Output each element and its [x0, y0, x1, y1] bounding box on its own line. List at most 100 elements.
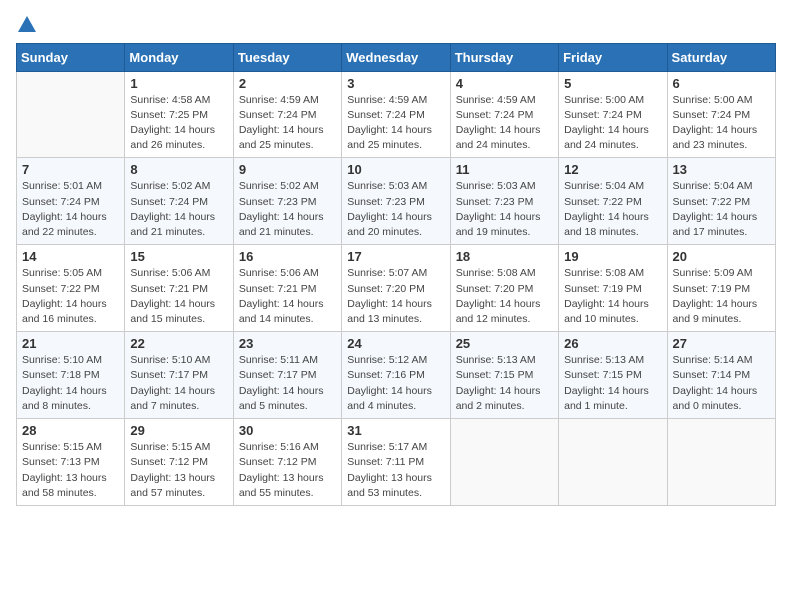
day-info: Sunrise: 5:09 AM Sunset: 7:19 PM Dayligh…	[673, 266, 770, 327]
calendar-cell: 16 Sunrise: 5:06 AM Sunset: 7:21 PM Dayli…	[233, 245, 341, 332]
calendar-week-row: 7 Sunrise: 5:01 AM Sunset: 7:24 PM Daylig…	[17, 158, 776, 245]
calendar-cell: 15Sunrise: 5:06 AM Sunset: 7:21 PM Dayli…	[125, 245, 233, 332]
day-number: 27	[673, 336, 770, 351]
day-info: Sunrise: 5:03 AM Sunset: 7:23 PM Dayligh…	[456, 179, 553, 240]
column-header-sunday: Sunday	[17, 43, 125, 71]
calendar-cell: 25 Sunrise: 5:13 AM Sunset: 7:15 PM Dayli…	[450, 332, 558, 419]
day-number: 19	[564, 249, 661, 264]
calendar-week-row: 28 Sunrise: 5:15 AM Sunset: 7:13 PM Dayli…	[17, 419, 776, 506]
logo	[16, 16, 36, 39]
day-info: Sunrise: 4:59 AM Sunset: 7:24 PM Dayligh…	[239, 93, 336, 154]
day-info: Sunrise: 5:00 AM Sunset: 7:24 PM Dayligh…	[564, 93, 661, 154]
calendar-cell: 21Sunrise: 5:10 AM Sunset: 7:18 PM Dayli…	[17, 332, 125, 419]
day-info: Sunrise: 5:08 AM Sunset: 7:20 PM Dayligh…	[456, 266, 553, 327]
calendar-cell: 5 Sunrise: 5:00 AM Sunset: 7:24 PM Daylig…	[559, 71, 667, 158]
calendar-cell: 28 Sunrise: 5:15 AM Sunset: 7:13 PM Dayli…	[17, 419, 125, 506]
calendar-cell: 30 Sunrise: 5:16 AM Sunset: 7:12 PM Dayli…	[233, 419, 341, 506]
day-number: 5	[564, 76, 661, 91]
day-info: Sunrise: 5:02 AM Sunset: 7:23 PM Dayligh…	[239, 179, 336, 240]
day-number: 21	[22, 336, 119, 351]
day-number: 6	[673, 76, 770, 91]
day-number: 31	[347, 423, 444, 438]
day-number: 7	[22, 162, 119, 177]
day-number: 13	[673, 162, 770, 177]
day-info: Sunrise: 5:06 AM Sunset: 7:21 PM Dayligh…	[239, 266, 336, 327]
calendar-cell	[559, 419, 667, 506]
day-info: Sunrise: 5:13 AM Sunset: 7:15 PM Dayligh…	[564, 353, 661, 414]
calendar-cell: 10Sunrise: 5:03 AM Sunset: 7:23 PM Dayli…	[342, 158, 450, 245]
calendar-cell: 6 Sunrise: 5:00 AM Sunset: 7:24 PM Daylig…	[667, 71, 775, 158]
day-info: Sunrise: 5:17 AM Sunset: 7:11 PM Dayligh…	[347, 440, 444, 501]
calendar-cell: 8Sunrise: 5:02 AM Sunset: 7:24 PM Daylig…	[125, 158, 233, 245]
day-number: 9	[239, 162, 336, 177]
day-info: Sunrise: 5:10 AM Sunset: 7:17 PM Dayligh…	[130, 353, 227, 414]
day-info: Sunrise: 5:01 AM Sunset: 7:24 PM Dayligh…	[22, 179, 119, 240]
day-number: 8	[130, 162, 227, 177]
day-number: 28	[22, 423, 119, 438]
calendar-header-row: SundayMondayTuesdayWednesdayThursdayFrid…	[17, 43, 776, 71]
day-number: 3	[347, 76, 444, 91]
calendar-cell: 20 Sunrise: 5:09 AM Sunset: 7:19 PM Dayli…	[667, 245, 775, 332]
calendar-cell: 14 Sunrise: 5:05 AM Sunset: 7:22 PM Dayli…	[17, 245, 125, 332]
day-info: Sunrise: 5:11 AM Sunset: 7:17 PM Dayligh…	[239, 353, 336, 414]
calendar-week-row: 21Sunrise: 5:10 AM Sunset: 7:18 PM Dayli…	[17, 332, 776, 419]
calendar-cell	[667, 419, 775, 506]
day-number: 4	[456, 76, 553, 91]
calendar-cell: 1Sunrise: 4:58 AM Sunset: 7:25 PM Daylig…	[125, 71, 233, 158]
day-info: Sunrise: 4:59 AM Sunset: 7:24 PM Dayligh…	[347, 93, 444, 154]
day-info: Sunrise: 5:12 AM Sunset: 7:16 PM Dayligh…	[347, 353, 444, 414]
column-header-tuesday: Tuesday	[233, 43, 341, 71]
day-info: Sunrise: 5:07 AM Sunset: 7:20 PM Dayligh…	[347, 266, 444, 327]
column-header-saturday: Saturday	[667, 43, 775, 71]
day-info: Sunrise: 5:16 AM Sunset: 7:12 PM Dayligh…	[239, 440, 336, 501]
calendar-cell: 3 Sunrise: 4:59 AM Sunset: 7:24 PM Daylig…	[342, 71, 450, 158]
calendar-cell: 31 Sunrise: 5:17 AM Sunset: 7:11 PM Dayli…	[342, 419, 450, 506]
calendar-cell: 12 Sunrise: 5:04 AM Sunset: 7:22 PM Dayli…	[559, 158, 667, 245]
calendar-cell: 2 Sunrise: 4:59 AM Sunset: 7:24 PM Daylig…	[233, 71, 341, 158]
column-header-wednesday: Wednesday	[342, 43, 450, 71]
day-number: 24	[347, 336, 444, 351]
column-header-monday: Monday	[125, 43, 233, 71]
calendar-cell: 22 Sunrise: 5:10 AM Sunset: 7:17 PM Dayli…	[125, 332, 233, 419]
day-number: 14	[22, 249, 119, 264]
column-header-thursday: Thursday	[450, 43, 558, 71]
day-info: Sunrise: 4:59 AM Sunset: 7:24 PM Dayligh…	[456, 93, 553, 154]
page-header	[16, 16, 776, 39]
calendar-cell: 23Sunrise: 5:11 AM Sunset: 7:17 PM Dayli…	[233, 332, 341, 419]
calendar-week-row: 14 Sunrise: 5:05 AM Sunset: 7:22 PM Dayli…	[17, 245, 776, 332]
day-number: 26	[564, 336, 661, 351]
day-number: 20	[673, 249, 770, 264]
calendar-cell: 11Sunrise: 5:03 AM Sunset: 7:23 PM Dayli…	[450, 158, 558, 245]
day-number: 17	[347, 249, 444, 264]
calendar-cell: 17 Sunrise: 5:07 AM Sunset: 7:20 PM Dayli…	[342, 245, 450, 332]
calendar-table: SundayMondayTuesdayWednesdayThursdayFrid…	[16, 43, 776, 506]
day-number: 16	[239, 249, 336, 264]
day-info: Sunrise: 5:05 AM Sunset: 7:22 PM Dayligh…	[22, 266, 119, 327]
day-info: Sunrise: 5:04 AM Sunset: 7:22 PM Dayligh…	[564, 179, 661, 240]
calendar-cell	[17, 71, 125, 158]
day-info: Sunrise: 5:15 AM Sunset: 7:12 PM Dayligh…	[130, 440, 227, 501]
day-number: 1	[130, 76, 227, 91]
day-number: 12	[564, 162, 661, 177]
day-number: 25	[456, 336, 553, 351]
day-info: Sunrise: 5:04 AM Sunset: 7:22 PM Dayligh…	[673, 179, 770, 240]
calendar-cell: 19 Sunrise: 5:08 AM Sunset: 7:19 PM Dayli…	[559, 245, 667, 332]
day-number: 30	[239, 423, 336, 438]
calendar-week-row: 1Sunrise: 4:58 AM Sunset: 7:25 PM Daylig…	[17, 71, 776, 158]
calendar-cell: 29Sunrise: 5:15 AM Sunset: 7:12 PM Dayli…	[125, 419, 233, 506]
day-info: Sunrise: 5:00 AM Sunset: 7:24 PM Dayligh…	[673, 93, 770, 154]
column-header-friday: Friday	[559, 43, 667, 71]
calendar-cell: 24 Sunrise: 5:12 AM Sunset: 7:16 PM Dayli…	[342, 332, 450, 419]
day-info: Sunrise: 5:03 AM Sunset: 7:23 PM Dayligh…	[347, 179, 444, 240]
calendar-cell: 9 Sunrise: 5:02 AM Sunset: 7:23 PM Daylig…	[233, 158, 341, 245]
day-number: 15	[130, 249, 227, 264]
day-info: Sunrise: 5:15 AM Sunset: 7:13 PM Dayligh…	[22, 440, 119, 501]
day-info: Sunrise: 5:13 AM Sunset: 7:15 PM Dayligh…	[456, 353, 553, 414]
day-number: 22	[130, 336, 227, 351]
day-number: 2	[239, 76, 336, 91]
calendar-cell: 13 Sunrise: 5:04 AM Sunset: 7:22 PM Dayli…	[667, 158, 775, 245]
calendar-cell: 26 Sunrise: 5:13 AM Sunset: 7:15 PM Dayli…	[559, 332, 667, 419]
logo-icon	[18, 16, 36, 32]
day-info: Sunrise: 5:08 AM Sunset: 7:19 PM Dayligh…	[564, 266, 661, 327]
calendar-cell: 18Sunrise: 5:08 AM Sunset: 7:20 PM Dayli…	[450, 245, 558, 332]
